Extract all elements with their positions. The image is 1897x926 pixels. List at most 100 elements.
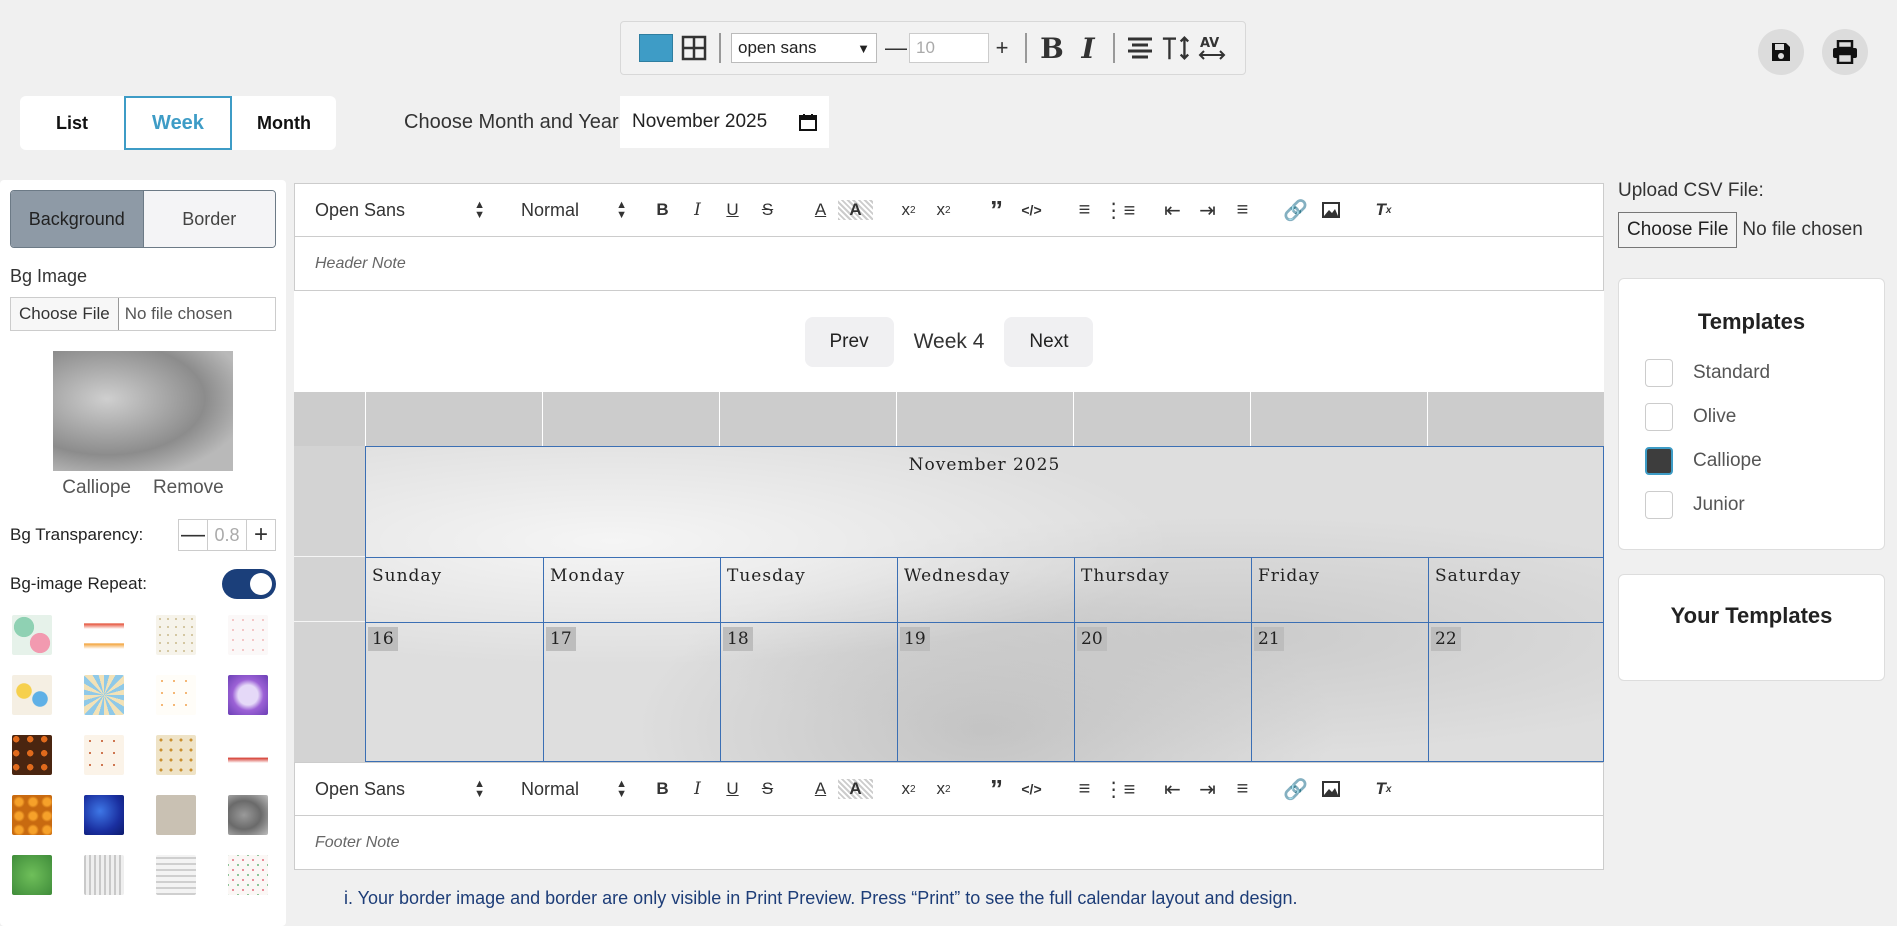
subscript-icon[interactable]: x2 [891,200,926,220]
clear-format-icon[interactable]: Tx [1366,200,1401,220]
template-checkbox[interactable] [1645,403,1673,431]
bg-thumbnail[interactable] [84,855,124,895]
tab-week[interactable]: Week [124,96,232,150]
bg-thumbnail[interactable] [156,735,196,775]
csv-file-input[interactable]: Choose File No file chosen [1618,212,1885,248]
template-checkbox[interactable] [1645,491,1673,519]
bg-thumbnail[interactable] [12,675,52,715]
font-family-select[interactable]: open sans ▼ [731,33,877,63]
footer-font-select[interactable]: Open Sans ▲ ▼ [315,779,485,800]
remove-bg-link[interactable]: Remove [153,477,224,499]
color-swatch-button[interactable] [639,34,673,62]
link-icon[interactable]: 🔗 [1278,198,1313,223]
grid-icon[interactable] [679,33,709,63]
tab-background[interactable]: Background [11,191,143,247]
underline-icon[interactable]: U [715,200,750,220]
background-color-icon[interactable]: A [838,779,873,799]
strike-icon[interactable]: S [750,200,785,220]
bg-thumbnail[interactable] [84,735,124,775]
bg-thumbnail[interactable] [156,675,196,715]
footer-note-editor[interactable]: Footer Note [294,816,1604,870]
superscript-icon[interactable]: x2 [926,779,961,799]
image-icon[interactable] [1313,781,1348,797]
day-cell[interactable]: 17 [543,622,720,761]
bg-thumbnail[interactable] [156,615,196,655]
bg-thumbnail[interactable] [12,855,52,895]
text-height-icon[interactable] [1161,33,1191,63]
outdent-icon[interactable]: ⇤ [1155,198,1190,223]
bg-thumbnail[interactable] [156,795,196,835]
choose-file-button[interactable]: Choose File [11,298,119,330]
transparency-input[interactable]: 0.8 [207,520,247,550]
font-size-input[interactable]: 10 [909,33,989,63]
footer-size-select[interactable]: Normal ▲ ▼ [521,779,627,800]
header-size-select[interactable]: Normal ▲ ▼ [521,200,627,221]
align-left-icon[interactable]: ≡ [1225,778,1260,801]
bold-icon[interactable]: B [645,200,680,220]
prev-week-button[interactable]: Prev [804,316,894,367]
clear-format-icon[interactable]: Tx [1366,779,1401,799]
bg-thumbnail[interactable] [156,855,196,895]
template-option-olive[interactable]: Olive [1645,403,1858,431]
bg-thumbnail[interactable] [228,735,268,775]
day-cell[interactable]: 20 [1074,622,1251,761]
tab-border[interactable]: Border [142,191,275,247]
day-cell[interactable]: 16 [366,622,543,761]
increase-font-size-button[interactable]: + [989,33,1015,63]
outdent-icon[interactable]: ⇤ [1155,777,1190,802]
header-note-editor[interactable]: Header Note [294,237,1604,291]
tab-month[interactable]: Month [232,96,336,150]
italic-icon[interactable]: I [1073,32,1103,65]
letter-spacing-icon[interactable]: AV [1197,33,1227,63]
superscript-icon[interactable]: x2 [926,200,961,220]
print-button[interactable] [1822,29,1868,75]
day-cell[interactable]: 22 [1428,622,1603,761]
text-color-icon[interactable]: A [803,200,838,220]
ordered-list-icon[interactable]: ≡ [1067,199,1102,222]
blockquote-icon[interactable]: ” [979,195,1014,226]
indent-icon[interactable]: ⇥ [1190,198,1225,223]
bullet-list-icon[interactable]: ⋮≡ [1102,777,1137,802]
decrease-font-size-button[interactable]: — [883,33,909,63]
template-option-junior[interactable]: Junior [1645,491,1858,519]
bg-thumbnail[interactable] [12,615,52,655]
save-button[interactable] [1758,29,1804,75]
subscript-icon[interactable]: x2 [891,779,926,799]
align-left-icon[interactable]: ≡ [1225,199,1260,222]
next-week-button[interactable]: Next [1004,316,1094,367]
align-center-icon[interactable] [1125,33,1155,63]
text-color-icon[interactable]: A [803,779,838,799]
code-block-icon[interactable]: </> [1014,781,1049,797]
increase-transparency-button[interactable]: + [247,521,275,549]
month-year-input[interactable]: November 2025 [620,96,829,148]
link-icon[interactable]: 🔗 [1278,777,1313,802]
bg-thumbnail[interactable] [228,855,268,895]
italic-icon[interactable]: I [680,200,715,220]
indent-icon[interactable]: ⇥ [1190,777,1225,802]
header-font-select[interactable]: Open Sans ▲ ▼ [315,200,485,221]
bold-icon[interactable]: B [1037,32,1067,65]
tab-list[interactable]: List [20,96,124,150]
template-option-standard[interactable]: Standard [1645,359,1858,387]
bg-thumbnail[interactable] [84,795,124,835]
day-cell[interactable]: 19 [897,622,1074,761]
bold-icon[interactable]: B [645,779,680,799]
bg-thumbnail[interactable] [228,615,268,655]
choose-csv-file-button[interactable]: Choose File [1618,212,1738,248]
bg-repeat-toggle[interactable] [222,569,276,599]
italic-icon[interactable]: I [680,779,715,799]
bg-thumbnail[interactable] [228,675,268,715]
decrease-transparency-button[interactable]: — [179,521,207,549]
blockquote-icon[interactable]: ” [979,774,1014,805]
bg-thumbnail[interactable] [12,795,52,835]
template-checkbox[interactable] [1645,359,1673,387]
day-cell[interactable]: 18 [720,622,897,761]
bg-image-file-input[interactable]: Choose File No file chosen [10,297,276,331]
image-icon[interactable] [1313,202,1348,218]
ordered-list-icon[interactable]: ≡ [1067,778,1102,801]
background-color-icon[interactable]: A [838,200,873,220]
day-cell[interactable]: 21 [1251,622,1428,761]
template-option-calliope[interactable]: Calliope [1645,447,1858,475]
bg-thumbnail[interactable] [84,615,124,655]
underline-icon[interactable]: U [715,779,750,799]
